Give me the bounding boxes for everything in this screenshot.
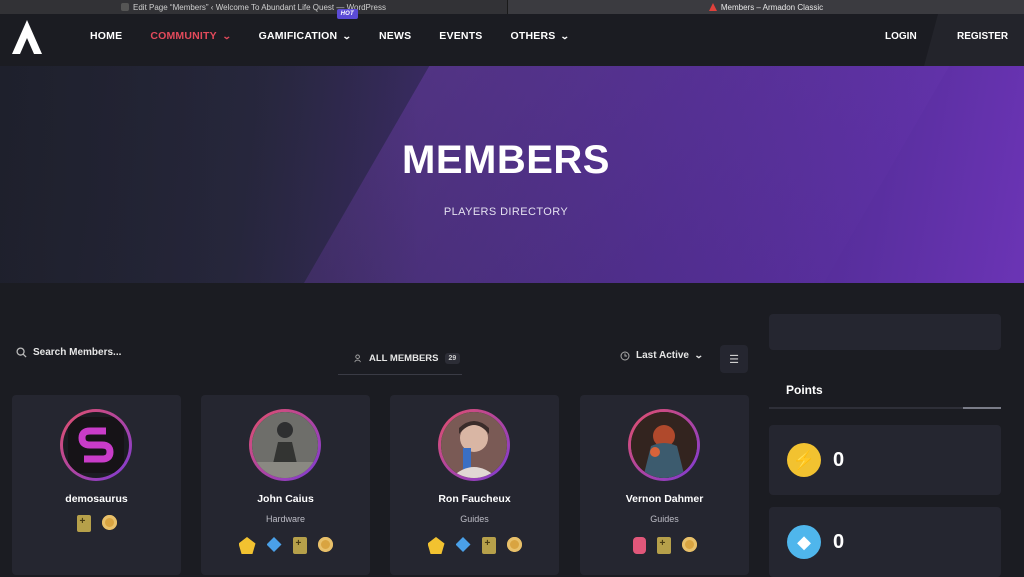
points-heading: Points [786,383,823,397]
member-card[interactable]: Vernon Dahmer Guides [580,395,749,575]
nav-label: COMMUNITY [150,30,217,42]
members-icon [354,354,361,363]
medal-badge-icon[interactable] [101,515,117,530]
hot-badge: HOT [336,9,358,19]
member-name[interactable]: John Caius [201,493,370,505]
tab-label: ALL MEMBERS [369,353,439,364]
lightning-icon: ⚡ [787,443,821,477]
nav-gamification[interactable]: GAMIFICATION ⌄ HOT [258,9,358,42]
member-name[interactable]: Vernon Dahmer [580,493,749,505]
pentagon-badge-icon[interactable] [238,537,256,554]
shield-badge-icon[interactable] [481,537,496,554]
member-name[interactable]: Ron Faucheux [390,493,559,505]
browser-tab-wordpress[interactable]: Edit Page “Members” ‹ Welcome To Abundan… [0,0,508,14]
medal-badge-icon[interactable] [317,537,333,552]
nav-community[interactable]: COMMUNITY ⌄ [150,30,232,42]
nav-home[interactable]: HOME [90,30,122,42]
points-value: 0 [833,449,845,471]
avatar-image [252,412,318,478]
site-logo[interactable] [10,18,44,58]
top-navigation: HOME COMMUNITY ⌄ GAMIFICATION ⌄ HOT NEWS E… [0,9,1024,66]
members-directory: Search Members... ALL MEMBERS 29 Last Ac… [0,283,1024,577]
nav-others[interactable]: OTHERS ⌄ [510,30,571,42]
badge-list [580,537,749,554]
browser-tab-title: Members – Armadon Classic [720,2,824,12]
diamond-icon: ◆ [787,525,821,559]
pentagon-badge-icon[interactable] [427,537,445,554]
avatar[interactable] [249,409,321,481]
sort-dropdown[interactable]: Last Active ⌄ [620,350,704,361]
shield-badge-icon[interactable] [656,537,671,554]
avatar-image [631,412,697,478]
nav-label: OTHERS [510,30,556,42]
tab-all-members[interactable]: ALL MEMBERS 29 [338,343,462,375]
browser-tab-bar: Edit Page “Members” ‹ Welcome To Abundan… [0,0,1024,14]
register-link[interactable]: REGISTER [957,31,1008,42]
member-card[interactable]: demosaurus [12,395,181,575]
points-card: ⚡ 0 [769,425,1001,495]
avatar[interactable] [628,409,700,481]
shield-badge-icon[interactable] [292,537,307,554]
avatar-image [441,412,507,478]
chevron-down-icon: ⌄ [560,30,571,41]
badge-list [12,515,181,532]
avatar[interactable] [60,409,132,481]
browser-tab-members[interactable]: Members – Armadon Classic [508,0,1024,14]
medal-badge-icon[interactable] [506,537,522,552]
gem-badge-icon[interactable] [632,537,646,554]
nav-label: GAMIFICATION [258,30,338,42]
wordpress-icon [121,3,129,11]
armadon-icon [708,3,717,11]
nav-news[interactable]: NEWS [379,30,411,42]
nav-label: EVENTS [439,30,483,42]
member-count-badge: 29 [444,353,461,364]
points-value: 0 [833,531,845,553]
hero-banner: MEMBERS PLAYERS DIRECTORY [0,66,1024,283]
member-role: Guides [460,514,489,524]
page-subtitle: PLAYERS DIRECTORY [443,206,569,218]
points-card: ◆ 0 [769,507,1001,577]
sidebar-widget [769,314,1001,350]
diamond-badge-icon[interactable] [266,537,282,552]
badge-list [390,537,559,554]
nav-events[interactable]: EVENTS [439,30,482,42]
filter-button[interactable]: ☰ [720,345,748,373]
badge-list [201,537,370,554]
page-title: MEMBERS [402,138,610,182]
search-input[interactable]: Search Members... [33,347,121,358]
nav-label: HOME [90,30,123,42]
divider [769,407,1001,409]
sort-label: Last Active [636,350,689,361]
avatar[interactable] [438,409,510,481]
chevron-down-icon: ⌄ [693,350,704,360]
member-card[interactable]: John Caius Hardware [201,395,370,575]
member-role: Hardware [265,514,305,524]
sliders-icon: ☰ [729,353,739,366]
member-role: Guides [650,514,679,524]
chevron-down-icon: ⌄ [342,30,353,41]
search-icon [16,347,27,358]
member-name[interactable]: demosaurus [12,493,181,505]
s-logo-icon [68,417,124,473]
shield-badge-icon[interactable] [76,515,91,532]
chevron-down-icon: ⌄ [221,30,232,41]
member-card[interactable]: Ron Faucheux Guides [390,395,559,575]
clock-icon [620,351,630,360]
nav-label: NEWS [378,30,412,42]
search-members[interactable]: Search Members... [16,347,121,358]
diamond-badge-icon[interactable] [455,537,471,552]
medal-badge-icon[interactable] [681,537,697,552]
login-link[interactable]: LOGIN [885,31,917,42]
